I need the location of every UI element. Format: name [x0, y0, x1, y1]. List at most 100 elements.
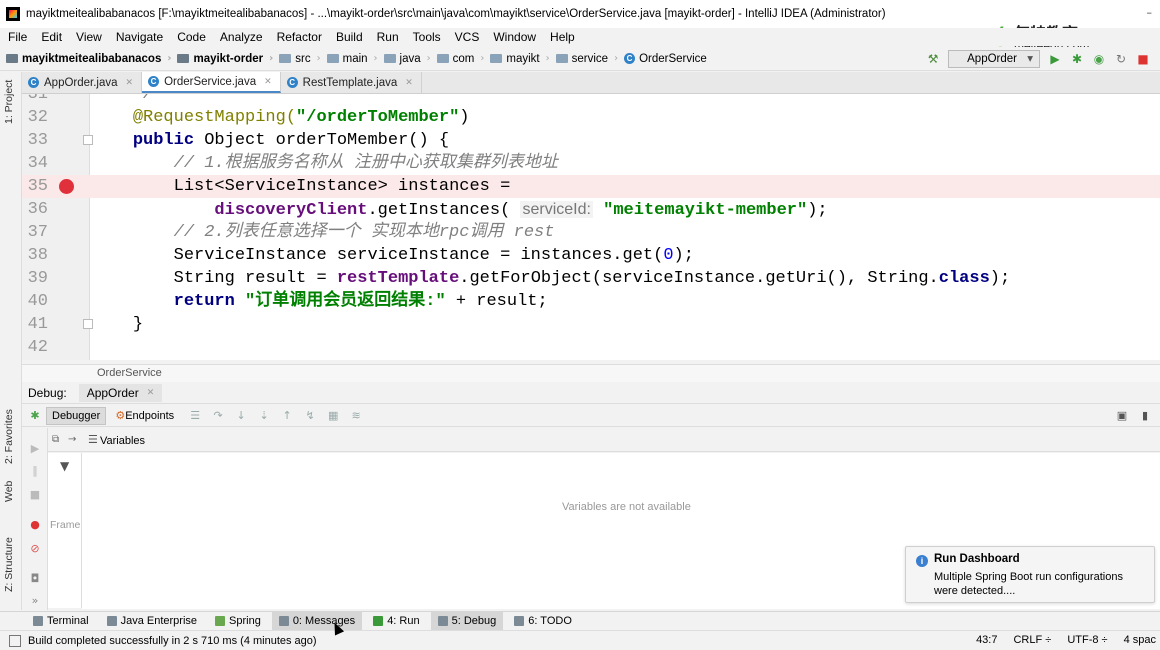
close-icon[interactable]: ✕: [264, 77, 272, 87]
force-step-into-icon[interactable]: ⇣: [257, 409, 271, 423]
folder-icon: [383, 54, 396, 63]
menu-build[interactable]: Build: [328, 30, 369, 44]
class-icon: C: [148, 76, 160, 87]
hammer-build-icon[interactable]: ⚒: [926, 52, 940, 66]
close-icon[interactable]: ✕: [147, 388, 155, 398]
code-line[interactable]: 42: [22, 336, 1160, 359]
cursor-position[interactable]: 43:7: [976, 634, 997, 646]
tool-windows-icon[interactable]: [9, 635, 21, 647]
favorites-tool-tab[interactable]: 2: Favorites: [3, 409, 15, 464]
tab-endpoints[interactable]: ⚙Endpoints: [110, 407, 179, 424]
breadcrumb-main[interactable]: main ›: [326, 53, 378, 65]
code-line[interactable]: 41 }: [22, 313, 1160, 336]
breadcrumb-java[interactable]: java ›: [383, 53, 431, 65]
tab-messages[interactable]: 0: Messages: [271, 612, 363, 630]
notification-body[interactable]: Multiple Spring Boot run configurations …: [934, 570, 1146, 598]
trace-icon[interactable]: ≋: [349, 409, 363, 423]
run-config-select[interactable]: AppOrder: [948, 50, 1040, 68]
restore-layout-icon[interactable]: ⧉: [52, 434, 59, 445]
menu-edit[interactable]: Edit: [33, 30, 68, 44]
breadcrumb-com[interactable]: com ›: [436, 53, 484, 65]
close-icon[interactable]: ✕: [405, 78, 413, 88]
menu-window[interactable]: Window: [485, 30, 542, 44]
code-line[interactable]: 33 public Object orderToMember() {: [22, 129, 1160, 152]
code-line[interactable]: 32 @RequestMapping("/orderToMember"): [22, 106, 1160, 129]
step-into-icon[interactable]: ↓: [234, 409, 248, 423]
window-title: mayiktmeitealibabanacos [F:\mayiktmeitea…: [26, 8, 886, 20]
tab-orderservice[interactable]: C OrderService.java ✕: [142, 72, 281, 93]
menu-file[interactable]: File: [0, 30, 33, 44]
coverage-icon[interactable]: ◉: [1092, 52, 1106, 66]
run-dashboard-notification[interactable]: i Run Dashboard Multiple Spring Boot run…: [905, 546, 1155, 603]
code-line[interactable]: 37 // 2.列表任意选择一个 实现本地rpc调用 rest: [22, 221, 1160, 244]
menu-icon[interactable]: ☰: [188, 409, 202, 423]
rerun-icon[interactable]: ✱: [28, 409, 42, 423]
tab-debug[interactable]: 5: Debug: [430, 612, 504, 630]
debug-bug-icon[interactable]: ✱: [1070, 52, 1084, 66]
close-icon[interactable]: ✕: [126, 78, 134, 88]
tab-run[interactable]: 4: Run: [366, 612, 426, 630]
breadcrumb-src[interactable]: src ›: [279, 53, 321, 65]
editor-breadcrumb-class[interactable]: OrderService: [97, 367, 162, 379]
breakpoint-icon[interactable]: [59, 179, 74, 194]
tab-resttemplate[interactable]: C RestTemplate.java ✕: [281, 72, 422, 93]
code-line[interactable]: 31 */: [22, 94, 1160, 106]
resume-icon[interactable]: ▶: [28, 442, 42, 456]
pin-icon[interactable]: →: [68, 434, 76, 445]
code-line-breakpoint[interactable]: 35 List<ServiceInstance> instances =: [22, 175, 1160, 198]
file-encoding[interactable]: UTF-8 ÷: [1067, 634, 1107, 646]
view-breakpoints-icon[interactable]: ●: [28, 518, 42, 532]
line-separator[interactable]: CRLF ÷: [1013, 634, 1051, 646]
code-line[interactable]: 40 return "订单调用会员返回结果:" + result;: [22, 290, 1160, 313]
structure-tool-tab[interactable]: Z: Structure: [3, 537, 15, 592]
stop-icon[interactable]: ■: [1136, 52, 1150, 66]
breadcrumb-mayikt[interactable]: mayikt ›: [490, 53, 550, 65]
breadcrumb-class[interactable]: C OrderService: [624, 53, 707, 65]
more-icon[interactable]: »: [28, 594, 42, 608]
code-line[interactable]: 34 // 1.根据服务名称从 注册中心获取集群列表地址: [22, 152, 1160, 175]
info-icon: i: [916, 555, 928, 567]
layout-icon[interactable]: ▣: [1115, 409, 1129, 423]
profile-icon[interactable]: ↻: [1114, 52, 1128, 66]
code-editor[interactable]: 31 */ 32 @RequestMapping("/orderToMember…: [22, 94, 1160, 360]
code-line[interactable]: 36 discoveryClient.getInstances( service…: [22, 198, 1160, 221]
code-line[interactable]: 38 ServiceInstance serviceInstance = ins…: [22, 244, 1160, 267]
window-controls: –: [1147, 6, 1153, 19]
indent-setting[interactable]: 4 spac: [1124, 634, 1156, 646]
tab-spring[interactable]: Spring: [208, 612, 268, 630]
project-tool-tab[interactable]: 1: Project: [3, 80, 15, 124]
menu-tools[interactable]: Tools: [405, 30, 447, 44]
stop-icon[interactable]: ■: [28, 488, 42, 502]
run-icon[interactable]: ▶: [1048, 52, 1062, 66]
mute-breakpoints-icon[interactable]: ⊘: [28, 542, 42, 556]
menu-refactor[interactable]: Refactor: [269, 30, 328, 44]
folder-icon: [6, 54, 18, 63]
tab-java-enterprise[interactable]: Java Enterprise: [100, 612, 204, 630]
web-tool-tab[interactable]: Web: [3, 481, 15, 502]
evaluate-icon[interactable]: ▦: [326, 409, 340, 423]
menu-run[interactable]: Run: [369, 30, 405, 44]
menu-help[interactable]: Help: [542, 30, 581, 44]
breadcrumb-module[interactable]: mayikt-order ›: [177, 53, 273, 65]
menu-analyze[interactable]: Analyze: [212, 30, 269, 44]
pause-icon[interactable]: ‖: [28, 464, 42, 478]
debug-session-tab[interactable]: AppOrder ✕: [78, 383, 163, 402]
code-line[interactable]: 39 String result = restTemplate.getForOb…: [22, 267, 1160, 290]
tab-debugger[interactable]: Debugger: [46, 406, 107, 425]
tab-apporder[interactable]: C AppOrder.java ✕: [22, 72, 143, 93]
settings-icon[interactable]: ▮: [1138, 409, 1152, 423]
camera-icon[interactable]: ◘: [28, 572, 42, 586]
minimize-icon[interactable]: –: [1147, 6, 1153, 19]
step-out-icon[interactable]: ↑: [280, 409, 294, 423]
drop-frame-icon[interactable]: ↯: [303, 409, 317, 423]
breadcrumb-project[interactable]: mayiktmeitealibabanacos ›: [6, 53, 171, 65]
filter-icon[interactable]: ▼: [60, 459, 69, 473]
step-over-icon[interactable]: ↷: [211, 409, 225, 423]
tab-todo[interactable]: 6: TODO: [507, 612, 579, 630]
menu-code[interactable]: Code: [169, 30, 212, 44]
breadcrumb-service[interactable]: service ›: [555, 53, 618, 65]
menu-vcs[interactable]: VCS: [447, 30, 486, 44]
tab-terminal[interactable]: Terminal: [26, 612, 96, 630]
menu-navigate[interactable]: Navigate: [108, 30, 169, 44]
menu-view[interactable]: View: [68, 30, 108, 44]
